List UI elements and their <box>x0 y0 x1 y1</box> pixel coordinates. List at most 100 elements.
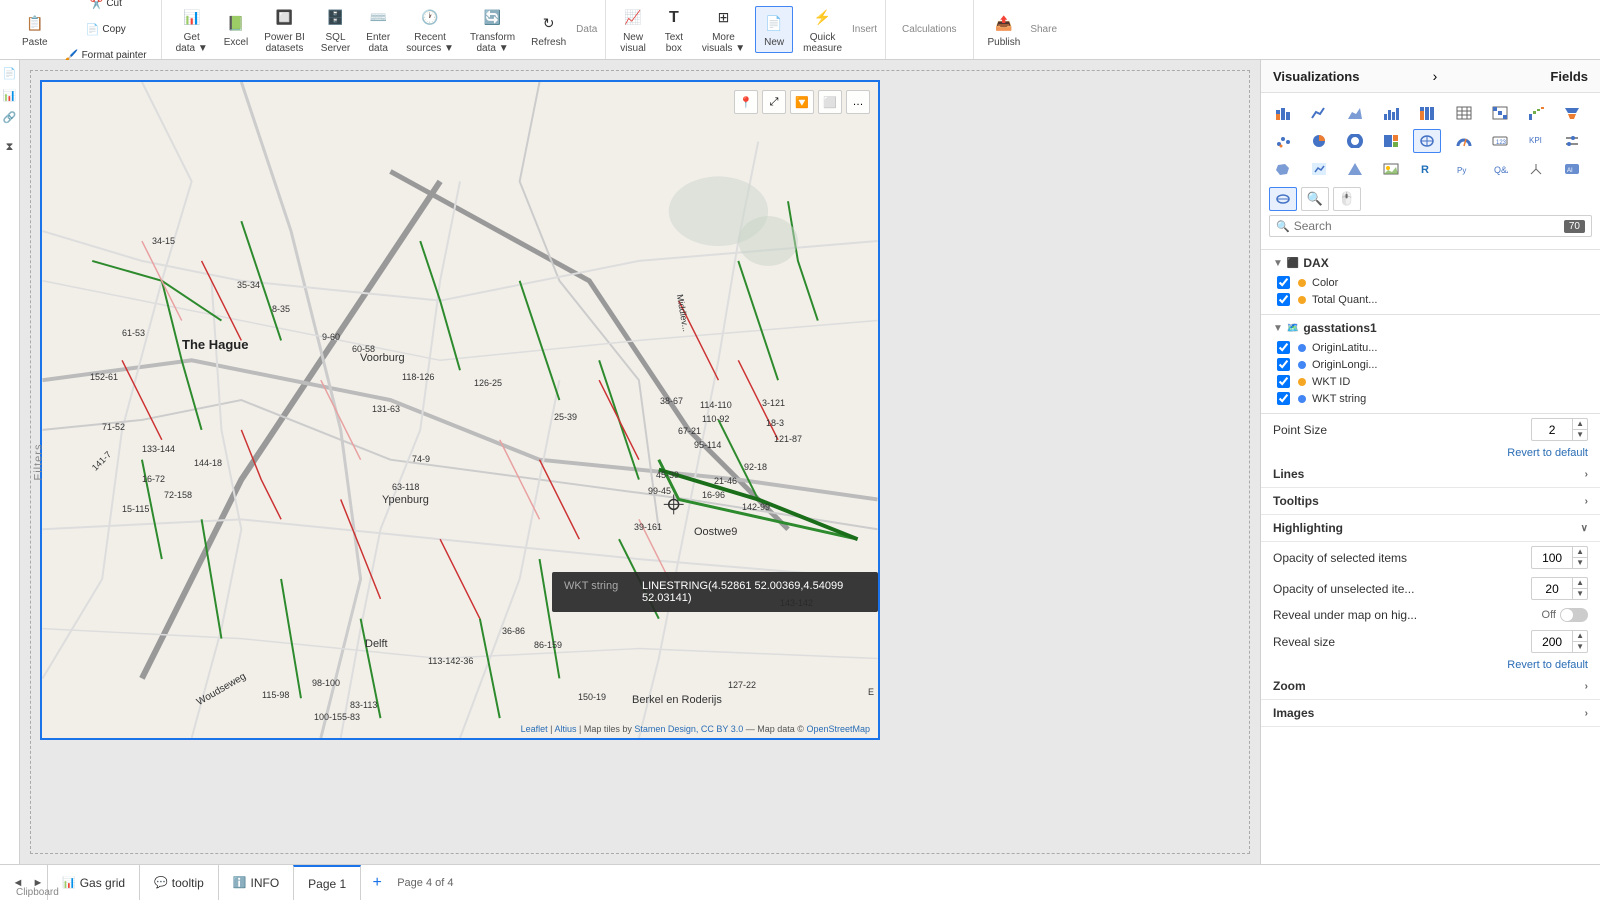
tooltips-section[interactable]: Tooltips › <box>1261 488 1600 515</box>
powerbi-label: Power BIdatasets <box>264 32 305 54</box>
paste-button[interactable]: 📋 Paste <box>16 7 54 52</box>
dax-color-checkbox[interactable] <box>1277 276 1290 289</box>
viz-filled-map[interactable] <box>1269 157 1297 181</box>
viz-image[interactable] <box>1377 157 1405 181</box>
highlighting-section[interactable]: Highlighting ∨ <box>1261 515 1600 542</box>
map-more-btn[interactable]: … <box>846 90 870 114</box>
get-data-button[interactable]: 📊 Getdata ▼ <box>170 2 214 58</box>
viz-line[interactable] <box>1305 101 1333 125</box>
viz-map[interactable] <box>1413 129 1441 153</box>
sidebar-model-icon[interactable]: 🔗 <box>1 108 19 126</box>
toggle-circle[interactable] <box>1560 608 1588 622</box>
opacity-unselected-input[interactable]: 20 <box>1532 580 1572 598</box>
more-visuals-button[interactable]: ⊞ Morevisuals ▼ <box>696 2 751 58</box>
opacity-selected-input[interactable]: 100 <box>1532 549 1572 567</box>
viz-card[interactable]: 123 <box>1486 129 1514 153</box>
cut-button[interactable]: ✂️ Cut <box>58 0 153 16</box>
viz-gauge[interactable] <box>1450 129 1478 153</box>
point-size-input[interactable]: 2 <box>1532 421 1572 439</box>
viz-pie[interactable] <box>1305 129 1333 153</box>
gas-id-checkbox[interactable] <box>1277 375 1290 388</box>
viz-slicer[interactable] <box>1558 129 1586 153</box>
tab-page1[interactable]: Page 1 <box>293 865 361 900</box>
viz-waterfall[interactable] <box>1522 101 1550 125</box>
point-size-down[interactable]: ▼ <box>1573 430 1587 440</box>
new-button[interactable]: 📄 New <box>755 6 793 53</box>
gas-id-dot <box>1298 378 1306 386</box>
map-tool-search[interactable]: 🔍 <box>1301 187 1329 211</box>
viz-matrix[interactable] <box>1486 101 1514 125</box>
dax-total-checkbox[interactable] <box>1277 293 1290 306</box>
opacity-unselected-up[interactable]: ▲ <box>1573 578 1587 589</box>
map-visual[interactable]: The Hague Voorburg Ypenburg Delft Berkel… <box>40 80 880 740</box>
tab-tooltip[interactable]: 💬 tooltip <box>139 865 219 900</box>
viz-smart-narrative[interactable]: AI <box>1558 157 1586 181</box>
viz-shape[interactable] <box>1341 157 1369 181</box>
excel-button[interactable]: 📗 Excel <box>218 7 254 52</box>
reveal-size-up[interactable]: ▲ <box>1573 631 1587 642</box>
map-tool-map[interactable] <box>1269 187 1297 211</box>
point-size-up[interactable]: ▲ <box>1573 419 1587 430</box>
viz-azure-map[interactable] <box>1305 157 1333 181</box>
revert-default-2[interactable]: Revert to default <box>1261 657 1600 673</box>
transform-button[interactable]: 🔄 Transformdata ▼ <box>464 2 521 58</box>
lines-section[interactable]: Lines › <box>1261 461 1600 488</box>
leaflet-link[interactable]: Leaflet <box>521 724 548 734</box>
tab-info[interactable]: ℹ️ INFO <box>218 865 294 900</box>
text-box-button[interactable]: T Textbox <box>656 2 692 58</box>
copy-button[interactable]: 📄 Copy <box>58 18 153 42</box>
sidebar-report-icon[interactable]: 📄 <box>1 64 19 82</box>
opacity-selected-down[interactable]: ▼ <box>1573 558 1587 568</box>
gas-lat-checkbox[interactable] <box>1277 341 1290 354</box>
sql-button[interactable]: 🗄️ SQLServer <box>315 2 356 58</box>
tab-tooltip-label: tooltip <box>172 876 204 890</box>
altius-link[interactable]: Altius <box>555 724 577 734</box>
viz-search-input[interactable] <box>1294 219 1558 233</box>
gas-lon-checkbox[interactable] <box>1277 358 1290 371</box>
reveal-size-input[interactable]: 200 <box>1532 633 1572 651</box>
viz-decomp[interactable] <box>1522 157 1550 181</box>
tab-gas-grid[interactable]: 📊 Gas grid <box>47 865 140 900</box>
add-tab-btn[interactable]: + <box>365 871 389 895</box>
images-section[interactable]: Images › <box>1261 700 1600 727</box>
viz-kpi[interactable]: KPI <box>1522 129 1550 153</box>
viz-area[interactable] <box>1341 101 1369 125</box>
opacity-unselected-down[interactable]: ▼ <box>1573 589 1587 599</box>
recent-sources-button[interactable]: 🕐 Recentsources ▼ <box>400 2 460 58</box>
osm-link[interactable]: OpenStreetMap <box>806 724 870 734</box>
viz-r-script[interactable]: R <box>1413 157 1441 181</box>
viz-funnel[interactable] <box>1558 101 1586 125</box>
viz-donut[interactable] <box>1341 129 1369 153</box>
viz-python[interactable]: Py <box>1450 157 1478 181</box>
viz-stacked-bar[interactable] <box>1269 101 1297 125</box>
map-filter-btn[interactable]: 🔽 <box>790 90 814 114</box>
viz-treemap[interactable] <box>1377 129 1405 153</box>
viz-100-stacked[interactable] <box>1413 101 1441 125</box>
quick-measure-button[interactable]: ⚡ Quickmeasure <box>797 2 848 58</box>
map-zoom-btn[interactable]: ⤢ <box>762 90 786 114</box>
gas-wkt-checkbox[interactable] <box>1277 392 1290 405</box>
enter-data-button[interactable]: ⌨️ Enterdata <box>360 2 396 58</box>
gas-lon-dot <box>1298 361 1306 369</box>
sidebar-filters-icon[interactable]: ⧗ <box>1 138 19 156</box>
reveal-size-down[interactable]: ▼ <box>1573 642 1587 652</box>
publish-button[interactable]: 📤 Publish <box>982 7 1027 52</box>
powerbi-button[interactable]: 🔲 Power BIdatasets <box>258 2 311 58</box>
viz-qna[interactable]: Q&A <box>1486 157 1514 181</box>
zoom-section[interactable]: Zoom › <box>1261 673 1600 700</box>
viz-column[interactable] <box>1377 101 1405 125</box>
viz-table[interactable] <box>1450 101 1478 125</box>
map-tool-format[interactable]: 🖱️ <box>1333 187 1361 211</box>
viz-scatter[interactable] <box>1269 129 1297 153</box>
map-pin-btn[interactable]: 📍 <box>734 90 758 114</box>
opacity-selected-up[interactable]: ▲ <box>1573 547 1587 558</box>
canvas-area: Filters <box>20 60 1260 864</box>
sidebar-data-icon[interactable]: 📊 <box>1 86 19 104</box>
refresh-button[interactable]: ↻ Refresh <box>525 7 572 52</box>
map-focus-btn[interactable]: ⬜ <box>818 90 842 114</box>
stamen-link[interactable]: Stamen Design, CC BY 3.0 <box>634 724 743 734</box>
expand-icon[interactable]: › <box>1433 68 1438 84</box>
gas-lon-label: OriginLongi... <box>1312 359 1377 371</box>
revert-default-1[interactable]: Revert to default <box>1261 445 1600 461</box>
new-visual-button[interactable]: 📈 Newvisual <box>614 2 652 58</box>
